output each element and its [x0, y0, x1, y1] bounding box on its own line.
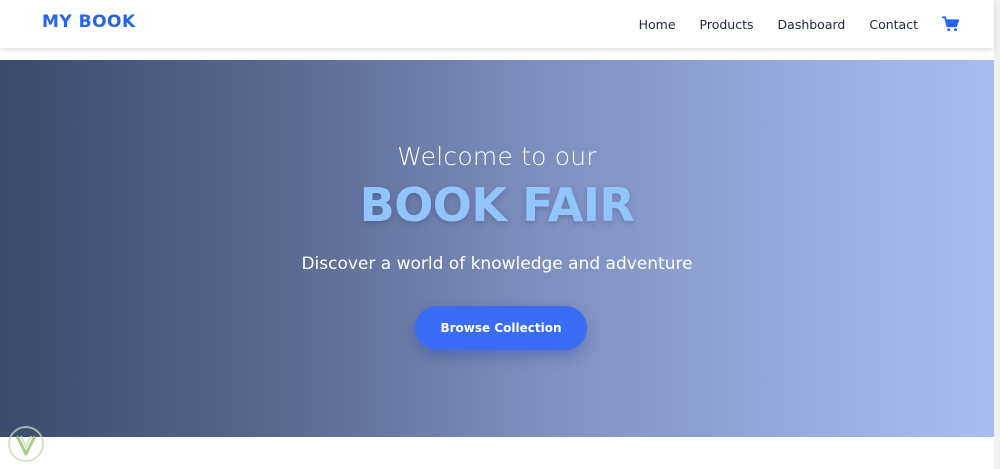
- nav-link-products[interactable]: Products: [700, 17, 754, 32]
- page-scrollbar[interactable]: [994, 0, 1000, 469]
- shopping-cart-icon[interactable]: [942, 15, 960, 33]
- nav-links: Home Products Dashboard Contact: [639, 0, 960, 48]
- hero-banner: Welcome to our BOOK FAIR Discover a worl…: [0, 60, 994, 437]
- nav-link-dashboard[interactable]: Dashboard: [778, 17, 846, 32]
- watermark-logo-icon: [6, 424, 46, 464]
- hero-title: BOOK FAIR: [359, 178, 635, 232]
- nav-link-home[interactable]: Home: [639, 17, 676, 32]
- brand-logo[interactable]: MY BOOK: [42, 12, 136, 32]
- browse-collection-button[interactable]: Browse Collection: [415, 306, 587, 350]
- hero-subtitle: Discover a world of knowledge and advent…: [301, 254, 693, 274]
- hero-welcome-text: Welcome to our: [397, 142, 597, 171]
- nav-link-contact[interactable]: Contact: [869, 17, 918, 32]
- top-navbar: MY BOOK Home Products Dashboard Contact: [0, 0, 994, 48]
